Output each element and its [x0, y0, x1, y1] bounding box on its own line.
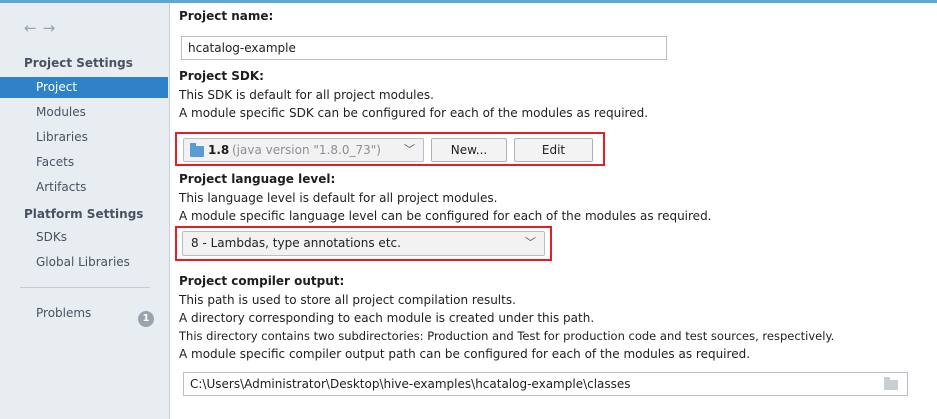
project-name-input[interactable] [181, 36, 667, 60]
folder-icon[interactable] [884, 377, 898, 390]
sidebar-item-project[interactable]: Project [0, 77, 168, 98]
compiler-output-label: Project compiler output: [179, 274, 345, 288]
settings-sidebar: ←→ Project Settings Project Modules Libr… [0, 3, 170, 419]
chevron-down-icon: ﹀ [525, 236, 536, 249]
project-sdk-label: Project SDK: [179, 69, 264, 83]
project-name-label: Project name: [179, 9, 274, 23]
language-description-2: A module specific language level can be … [179, 209, 712, 223]
project-settings-header: Project Settings [24, 56, 133, 70]
jdk-folder-icon [190, 143, 204, 157]
problems-count-badge: 1 [138, 311, 154, 327]
arrow-right-icon[interactable]: → [43, 19, 62, 37]
sidebar-item-libraries[interactable]: Libraries [0, 127, 168, 148]
sidebar-item-global-libraries[interactable]: Global Libraries [0, 252, 168, 273]
edit-sdk-button[interactable]: Edit [514, 138, 593, 162]
new-sdk-button[interactable]: New... [431, 138, 507, 162]
arrow-left-icon[interactable]: ← [24, 19, 43, 37]
chevron-down-icon: ﹀ [404, 143, 415, 156]
language-description-1: This language level is default for all p… [179, 191, 498, 205]
sidebar-item-sdks[interactable]: SDKs [0, 227, 168, 248]
sdk-description-2: A module specific SDK can be configured … [179, 106, 649, 120]
sdk-version-text: (java version "1.8.0_73") [232, 143, 381, 157]
output-description-4: A module specific compiler output path c… [179, 347, 751, 361]
language-level-label: Project language level: [179, 172, 336, 186]
output-description-1: This path is used to store all project c… [179, 293, 516, 307]
sidebar-item-facets[interactable]: Facets [0, 152, 168, 173]
sdk-description-1: This SDK is default for all project modu… [179, 88, 434, 102]
compiler-output-path: C:\Users\Administrator\Desktop\hive-exam… [190, 377, 631, 391]
language-level-select[interactable]: 8 - Lambdas, type annotations etc. ﹀ [182, 231, 545, 256]
platform-settings-header: Platform Settings [24, 207, 144, 221]
sidebar-divider [20, 287, 150, 288]
sidebar-item-artifacts[interactable]: Artifacts [0, 177, 168, 198]
compiler-output-path-field[interactable]: C:\Users\Administrator\Desktop\hive-exam… [183, 372, 908, 396]
sidebar-item-modules[interactable]: Modules [0, 102, 168, 123]
language-level-value: 8 - Lambdas, type annotations etc. [191, 236, 401, 250]
sdk-select[interactable]: 1.8 (java version "1.8.0_73") ﹀ [183, 138, 424, 162]
output-description-2: A directory corresponding to each module… [179, 311, 595, 325]
output-description-3: This directory contains two subdirectori… [179, 329, 835, 343]
sdk-selected-value: 1.8 [208, 143, 230, 157]
history-nav: ←→ [24, 19, 61, 37]
